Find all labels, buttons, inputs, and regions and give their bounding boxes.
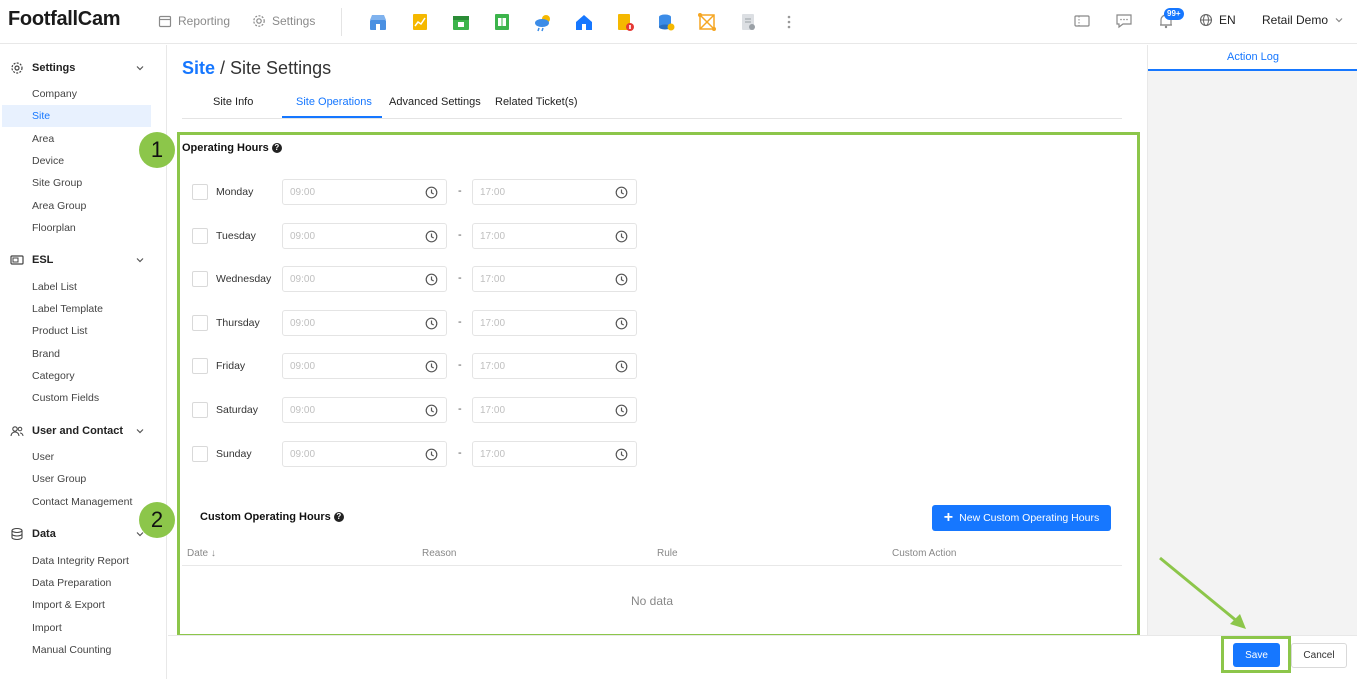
chevron-down-icon: [1335, 18, 1343, 23]
spreadsheet-icon[interactable]: [492, 12, 512, 32]
sidebar-group-data[interactable]: Data: [0, 523, 160, 545]
chevron-down-icon: [136, 66, 144, 71]
globe-icon: [1199, 13, 1213, 27]
breadcrumb-separator: /: [215, 58, 231, 78]
sidebar-group-label: ESL: [32, 254, 54, 266]
sidebar-item-site[interactable]: Site: [2, 105, 151, 127]
sidebar-item-floorplan[interactable]: Floorplan: [2, 217, 151, 239]
more-vertical-icon[interactable]: [779, 12, 799, 32]
sidebar-item-area[interactable]: Area: [2, 128, 151, 150]
account-menu[interactable]: Retail Demo: [1262, 13, 1344, 27]
header-divider: [341, 8, 342, 36]
sidebar-group-esl[interactable]: ESL: [0, 249, 160, 271]
sidebar-item-label-list[interactable]: Label List: [2, 276, 151, 298]
cancel-button[interactable]: Cancel: [1291, 643, 1347, 668]
sidebar-item-device[interactable]: Device: [2, 150, 151, 172]
footer-bar: [168, 635, 1357, 679]
ticket-icon[interactable]: [1073, 12, 1091, 30]
sidebar-item-site-group[interactable]: Site Group: [2, 172, 151, 194]
tab-advanced-settings[interactable]: Advanced Settings: [389, 96, 481, 108]
step-marker-2: 2: [139, 502, 175, 538]
sidebar-item-data-preparation[interactable]: Data Preparation: [2, 572, 151, 594]
step-marker-1: 1: [139, 132, 175, 168]
network-icon[interactable]: [697, 12, 717, 32]
chevron-down-icon: [136, 429, 144, 434]
chart-note-icon[interactable]: [410, 12, 430, 32]
sidebar-item-custom-fields[interactable]: Custom Fields: [2, 387, 151, 409]
weather-icon[interactable]: [533, 12, 553, 32]
sidebar-item-company[interactable]: Company: [2, 83, 151, 105]
sidebar-item-import-export[interactable]: Import & Export: [2, 594, 151, 616]
page-title: Site / Site Settings: [182, 58, 331, 79]
tab-bar: Site Info Site Operations Advanced Setti…: [182, 90, 1122, 119]
highlight-box-save: [1221, 636, 1291, 673]
gear-icon: [253, 15, 265, 27]
document-icon[interactable]: [738, 12, 758, 32]
database-icon: [11, 527, 23, 541]
chat-icon[interactable]: [1115, 12, 1133, 30]
sidebar-item-user-group[interactable]: User Group: [2, 468, 151, 490]
sidebar-item-contact-management[interactable]: Contact Management: [2, 491, 151, 513]
sidebar-item-import[interactable]: Import: [2, 617, 151, 639]
sidebar-group-user-contact[interactable]: User and Contact: [0, 420, 160, 442]
language-selector[interactable]: EN: [1199, 13, 1236, 27]
sidebar-item-user[interactable]: User: [2, 446, 151, 468]
sidebar-group-settings[interactable]: Settings: [0, 57, 160, 79]
logo[interactable]: FootfallCam: [8, 8, 121, 31]
file-alert-icon[interactable]: [615, 12, 635, 32]
nav-settings[interactable]: Settings: [252, 14, 315, 28]
nav-reporting[interactable]: Reporting: [158, 14, 230, 28]
nav-reporting-label: Reporting: [178, 14, 231, 28]
active-tab-indicator: [282, 116, 382, 118]
calendar-green-icon[interactable]: [451, 12, 471, 32]
tab-action-log[interactable]: Action Log: [1148, 45, 1357, 71]
sidebar-item-product-list[interactable]: Product List: [2, 320, 151, 342]
sidebar-group-label: Data: [32, 528, 56, 540]
sidebar-item-area-group[interactable]: Area Group: [2, 195, 151, 217]
sidebar-group-label: Settings: [32, 62, 76, 74]
home-icon[interactable]: [574, 12, 594, 32]
sidebar-item-manual-counting[interactable]: Manual Counting: [2, 639, 151, 661]
top-bar: FootfallCam Reporting Settings 99+ EN Re…: [0, 0, 1357, 44]
sidebar-item-brand[interactable]: Brand: [2, 343, 151, 365]
language-label: EN: [1219, 13, 1236, 27]
highlight-box-operations: [177, 132, 1140, 637]
gear-icon: [11, 62, 23, 74]
sidebar-group-label: User and Contact: [32, 425, 124, 437]
breadcrumb-current: Site Settings: [230, 58, 332, 78]
label-icon: [10, 255, 24, 265]
sidebar-item-label-template[interactable]: Label Template: [2, 298, 151, 320]
sidebar-item-category[interactable]: Category: [2, 365, 151, 387]
database-icon[interactable]: [656, 12, 676, 32]
users-icon: [10, 426, 24, 437]
chevron-down-icon: [136, 258, 144, 263]
nav-settings-label: Settings: [272, 14, 316, 28]
store-icon[interactable]: [368, 12, 388, 32]
tab-related-tickets[interactable]: Related Ticket(s): [495, 96, 578, 108]
action-log-panel: Action Log: [1147, 45, 1357, 635]
breadcrumb-site[interactable]: Site: [182, 58, 215, 78]
calendar-icon: [158, 15, 172, 28]
account-name: Retail Demo: [1262, 13, 1329, 27]
arrow-annotation-icon: [1159, 556, 1246, 629]
tab-site-info[interactable]: Site Info: [213, 96, 253, 108]
sidebar-item-data-integrity-report[interactable]: Data Integrity Report: [2, 550, 151, 572]
tab-site-operations[interactable]: Site Operations: [296, 96, 372, 108]
notification-badge: 99+: [1164, 8, 1184, 20]
